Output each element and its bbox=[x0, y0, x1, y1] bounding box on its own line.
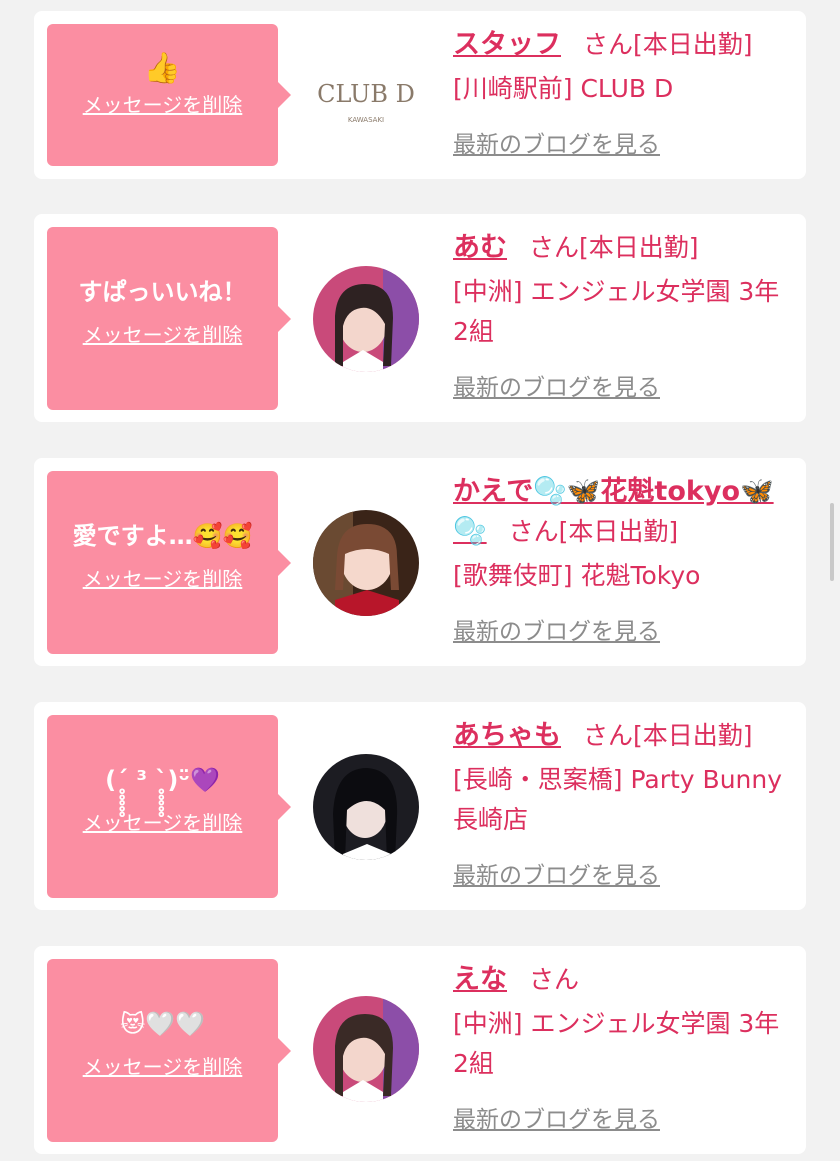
cast-info: あちゃも さん[本日出勤] [長崎・思案橋] Party Bunny 長崎店 bbox=[453, 716, 783, 840]
message-bubble: 愛ですよ…🥰🥰 メッセージを削除 bbox=[47, 471, 291, 654]
shop-name: [歌舞伎町] 花魁Tokyo bbox=[453, 561, 701, 590]
shop-name: [中洲] エンジェル女学園 3年2組 bbox=[453, 1009, 780, 1078]
latest-blog-link[interactable]: 最新のブログを見る bbox=[453, 372, 660, 404]
message-bubble: すぱっいいね！ メッセージを削除 bbox=[47, 227, 291, 410]
honorific: さん bbox=[529, 233, 580, 262]
message-bubble: 👍 メッセージを削除 bbox=[47, 24, 291, 166]
scrollbar[interactable] bbox=[830, 503, 834, 581]
cast-name-link[interactable]: あちゃも bbox=[453, 720, 561, 751]
cast-info: あむ さん[本日出勤] [中洲] エンジェル女学園 3年2組 bbox=[453, 228, 783, 352]
message-card: 😻🤍🤍 メッセージを削除 えな さん [中洲] エンジェル女学園 3年2組 最新の… bbox=[34, 946, 806, 1154]
shop-name: [川崎駅前] CLUB D bbox=[453, 74, 674, 103]
message-bubble: 😻🤍🤍 メッセージを削除 bbox=[47, 959, 291, 1142]
cast-avatar[interactable] bbox=[313, 996, 419, 1102]
honorific: さん bbox=[583, 721, 634, 750]
message-card: 愛ですよ…🥰🥰 メッセージを削除 かえで🫧🦋花魁tokyo🦋🫧 さん[本日出勤] … bbox=[34, 458, 806, 666]
latest-blog-link[interactable]: 最新のブログを見る bbox=[453, 1104, 660, 1136]
logo-subtext: KAWASAKI bbox=[348, 116, 384, 124]
honorific: さん bbox=[508, 517, 559, 546]
honorific: さん bbox=[583, 30, 634, 59]
avatar-photo bbox=[313, 510, 419, 616]
cast-info: スタッフ さん[本日出勤] [川崎駅前] CLUB D bbox=[453, 25, 783, 109]
avatar-photo bbox=[313, 754, 419, 860]
latest-blog-link[interactable]: 最新のブログを見る bbox=[453, 860, 660, 892]
delete-message-link[interactable]: メッセージを削除 bbox=[57, 1053, 268, 1081]
cast-avatar[interactable] bbox=[313, 266, 419, 372]
shop-name: [中洲] エンジェル女学園 3年2組 bbox=[453, 277, 780, 346]
message-card: 👍 メッセージを削除 CLUB D KAWASAKI スタッフ さん[本日出勤] … bbox=[34, 11, 806, 179]
cast-info: かえで🫧🦋花魁tokyo🦋🫧 さん[本日出勤] [歌舞伎町] 花魁Tokyo bbox=[453, 472, 783, 596]
cast-name-link[interactable]: スタッフ bbox=[453, 29, 561, 60]
latest-blog-link[interactable]: 最新のブログを見る bbox=[453, 616, 660, 648]
shop-name: [長崎・思案橋] Party Bunny 長崎店 bbox=[453, 765, 783, 834]
message-text: すぱっいいね！ bbox=[78, 278, 247, 306]
status-label: [本日出勤] bbox=[633, 721, 753, 750]
logo-text: CLUB D bbox=[317, 80, 415, 108]
shop-logo: CLUB D KAWASAKI bbox=[313, 42, 419, 148]
message-text: 👍 bbox=[57, 52, 268, 87]
delete-message-link[interactable]: メッセージを削除 bbox=[57, 91, 268, 119]
message-card: すぱっいいね！ メッセージを削除 あむ さん[本日出勤] [中洲] エンジェル女学… bbox=[34, 214, 806, 422]
message-text: 愛ですよ…🥰🥰 bbox=[72, 522, 253, 550]
status-label: [本日出勤] bbox=[579, 233, 699, 262]
message-bubble: (ˊ̥̥̥̥̥ ³ ˋ̥̥̥̥̥)ᵕ̈💜 メッセージを削除 bbox=[47, 715, 291, 898]
latest-blog-link[interactable]: 最新のブログを見る bbox=[453, 129, 660, 161]
honorific: さん bbox=[529, 965, 580, 994]
cast-name-link[interactable]: えな bbox=[453, 964, 507, 995]
club-d-logo-icon: CLUB D KAWASAKI bbox=[317, 80, 415, 124]
thumbs-up-icon: 👍 bbox=[143, 51, 182, 86]
delete-message-link[interactable]: メッセージを削除 bbox=[57, 321, 268, 349]
message-card: (ˊ̥̥̥̥̥ ³ ˋ̥̥̥̥̥)ᵕ̈💜 メッセージを削除 あちゃも さん[本日出… bbox=[34, 702, 806, 910]
delete-message-link[interactable]: メッセージを削除 bbox=[57, 565, 268, 593]
cast-info: えな さん [中洲] エンジェル女学園 3年2組 bbox=[453, 960, 783, 1084]
cast-avatar[interactable] bbox=[313, 510, 419, 616]
delete-message-link[interactable]: メッセージを削除 bbox=[57, 809, 268, 837]
avatar-photo bbox=[313, 266, 419, 372]
avatar-photo bbox=[313, 996, 419, 1102]
status-label: [本日出勤] bbox=[558, 517, 679, 546]
message-text: (ˊ̥̥̥̥̥ ³ ˋ̥̥̥̥̥)ᵕ̈💜 bbox=[105, 766, 220, 794]
cast-avatar[interactable] bbox=[313, 754, 419, 860]
message-text: 😻🤍🤍 bbox=[120, 1010, 205, 1038]
cast-name-link[interactable]: あむ bbox=[453, 232, 507, 263]
status-label: [本日出勤] bbox=[633, 30, 753, 59]
